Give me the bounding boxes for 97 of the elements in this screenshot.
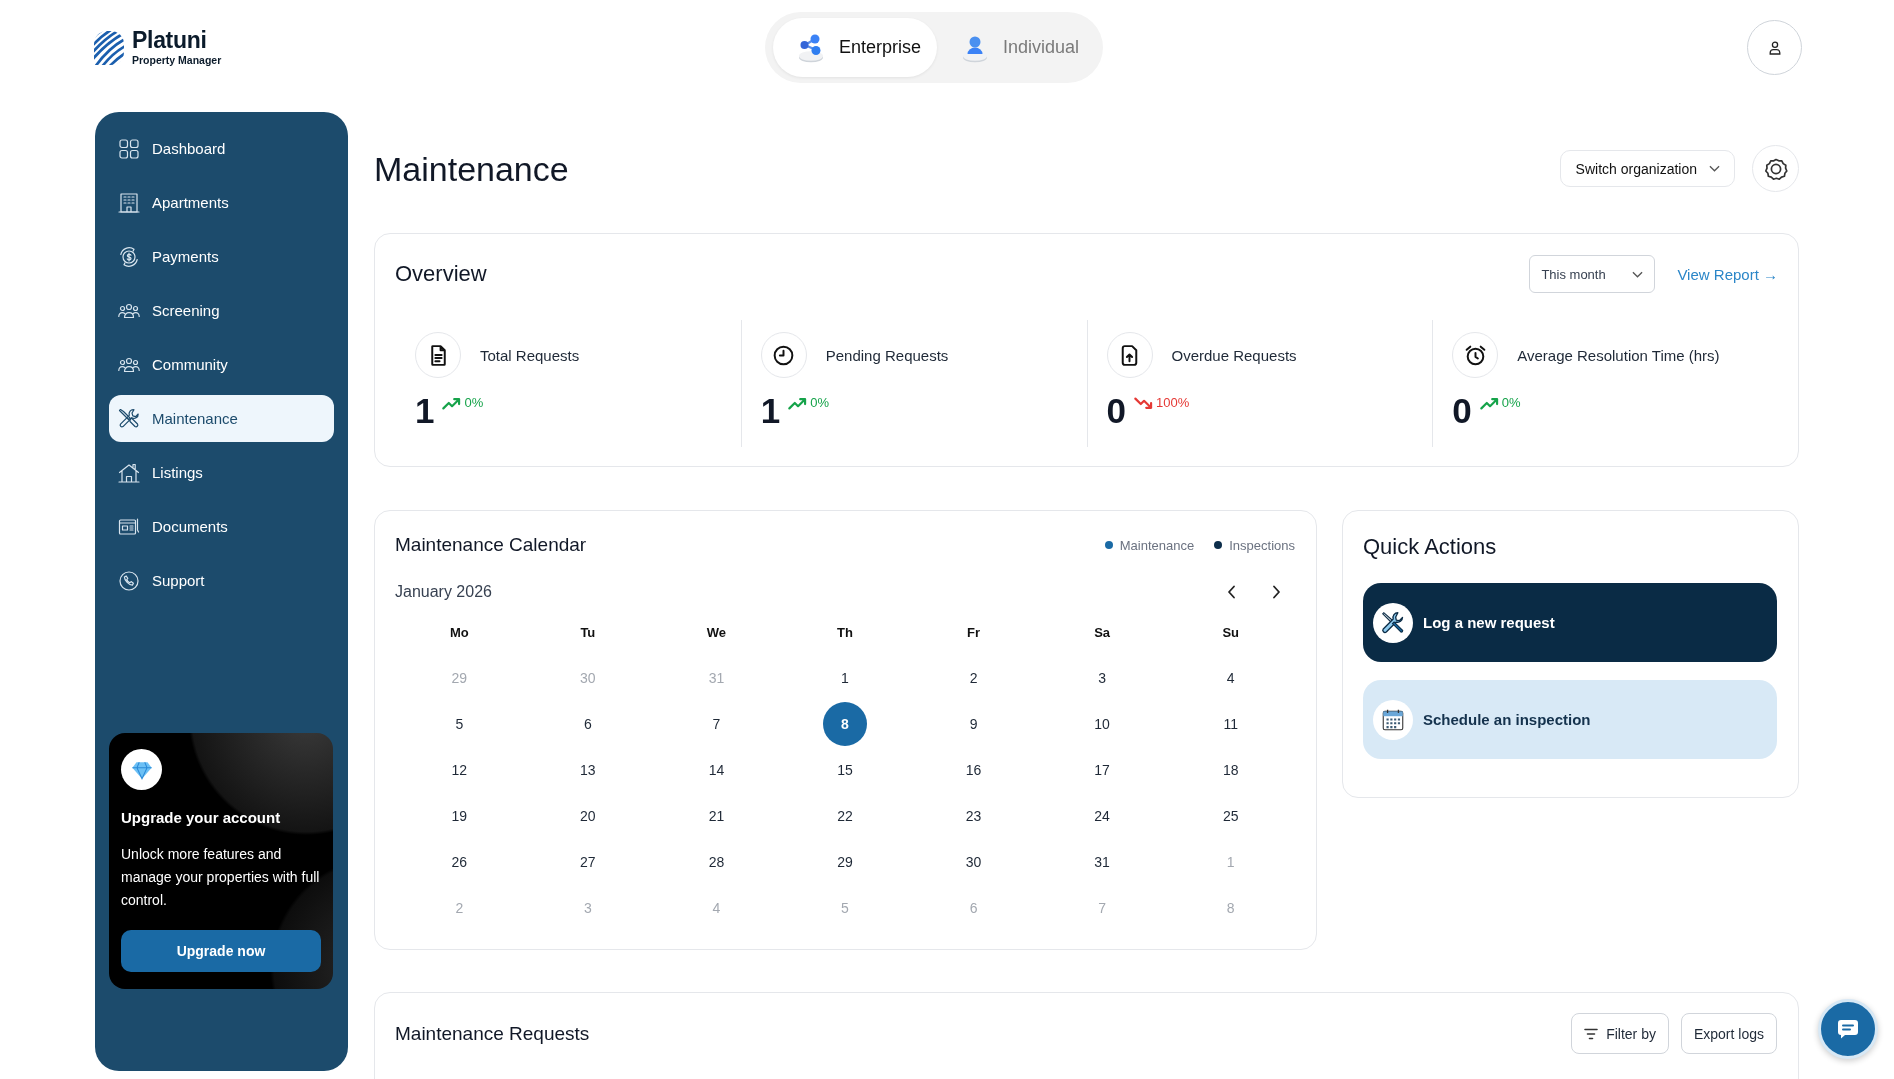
- stat-value: 0: [1106, 391, 1126, 431]
- filter-icon: [1584, 1027, 1599, 1040]
- logo-icon: [94, 30, 124, 65]
- stat-change: 100%: [1155, 395, 1190, 411]
- calendar-day[interactable]: 23: [951, 794, 996, 838]
- brand-name: Platuni: [132, 29, 208, 53]
- legend-label: Inspections: [1229, 537, 1295, 553]
- weekday-label: We: [706, 624, 727, 640]
- chat-button[interactable]: [1818, 999, 1878, 1059]
- sidebar-item[interactable]: Support: [109, 557, 334, 604]
- calendar-day[interactable]: 14: [694, 748, 739, 792]
- stat-change: 0%: [1501, 395, 1521, 411]
- calendar-day[interactable]: 19: [437, 794, 482, 838]
- calendar-day[interactable]: 5: [437, 702, 482, 746]
- switch-organization-dropdown[interactable]: Switch organization: [1559, 150, 1735, 187]
- calendar-title: Maintenance Calendar: [395, 534, 588, 556]
- weekday-label: Th: [837, 624, 853, 640]
- calendar-day[interactable]: 31: [1080, 840, 1125, 884]
- quick-action-button[interactable]: Schedule an inspection: [1363, 680, 1777, 759]
- overview-title: Overview: [395, 261, 488, 287]
- page-title: Maintenance: [374, 148, 570, 189]
- sidebar-item[interactable]: Screening: [109, 287, 334, 334]
- mode-tab[interactable]: Enterprise: [772, 18, 937, 77]
- calendar-day[interactable]: 27: [565, 840, 610, 884]
- view-report-link[interactable]: View Report →: [1677, 265, 1778, 283]
- tools-icon: [1373, 602, 1413, 643]
- requests-title: Maintenance Requests: [395, 1022, 591, 1045]
- weekday-label: Su: [1222, 624, 1239, 640]
- calendar-day[interactable]: 1: [823, 656, 867, 700]
- sidebar-item[interactable]: Listings: [109, 449, 334, 496]
- calendar-day[interactable]: 25: [1208, 794, 1253, 838]
- calendar-day[interactable]: 7: [694, 702, 739, 746]
- calendar-day[interactable]: 29: [823, 840, 867, 884]
- calendar-day[interactable]: 3: [1080, 656, 1125, 700]
- calendar-day[interactable]: 2: [951, 656, 996, 700]
- weekday-label: Mo: [449, 624, 469, 640]
- sidebar-item[interactable]: Apartments: [109, 179, 334, 226]
- calendar-day[interactable]: 20: [565, 794, 610, 838]
- stat-change: 0%: [810, 395, 829, 411]
- calendar-day[interactable]: 6: [565, 702, 610, 746]
- calendar-day[interactable]: 9: [951, 702, 996, 746]
- stat-label: Overdue Requests: [1171, 346, 1297, 364]
- calendar-day[interactable]: 8: [823, 702, 867, 746]
- calendar-day[interactable]: 13: [565, 748, 610, 792]
- period-dropdown[interactable]: This month: [1529, 255, 1656, 293]
- export-button[interactable]: Export logs: [1680, 1013, 1777, 1054]
- calendar-day[interactable]: 21: [694, 794, 739, 838]
- calendar-day[interactable]: 11: [1208, 702, 1253, 746]
- filter-button[interactable]: Filter by: [1571, 1013, 1669, 1054]
- legend-label: Maintenance: [1119, 537, 1195, 553]
- stat-label: Pending Requests: [825, 346, 949, 364]
- chevron-down-icon: [1632, 270, 1644, 278]
- calendar-day[interactable]: 15: [823, 748, 867, 792]
- stat-label: Total Requests: [480, 346, 580, 364]
- chat-icon: [1836, 1017, 1860, 1041]
- quick-action-button[interactable]: Log a new request: [1363, 583, 1777, 662]
- sidebar-item[interactable]: Documents: [109, 503, 334, 550]
- weekday-label: Sa: [1094, 624, 1111, 640]
- brand-tagline: Property Manager: [132, 55, 222, 66]
- sidebar-item[interactable]: Community: [109, 341, 334, 388]
- building-icon: [117, 190, 141, 215]
- grid-icon: [117, 136, 141, 161]
- quick-actions-title: Quick Actions: [1363, 533, 1498, 561]
- sidebar-item[interactable]: Dashboard: [109, 125, 334, 172]
- stat-label: Average Resolution Time (hrs): [1517, 346, 1720, 364]
- upgrade-text: Unlock more features and manage your properties with full control.: [121, 845, 321, 910]
- calendar-day[interactable]: 12: [437, 748, 482, 792]
- calendar-icon: [1373, 699, 1413, 740]
- settings-icon: [1763, 156, 1788, 181]
- upgrade-title: Upgrade your account: [121, 809, 282, 827]
- stat-value: 1: [415, 391, 435, 431]
- network-icon: [796, 32, 825, 63]
- calendar-day[interactable]: 28: [694, 840, 739, 884]
- calendar-day[interactable]: 22: [823, 794, 867, 838]
- settings-button[interactable]: [1752, 145, 1799, 192]
- calendar-day[interactable]: 16: [951, 748, 996, 792]
- stat-value: 1: [760, 391, 781, 431]
- mode-tab[interactable]: Individual: [937, 18, 1096, 77]
- calendar-day[interactable]: 4: [1208, 656, 1253, 700]
- sidebar-item[interactable]: Payments: [109, 233, 334, 280]
- chevron-down-icon: [1709, 165, 1720, 172]
- stat-change: 0%: [464, 395, 484, 411]
- coin-icon: [117, 244, 141, 269]
- weekday-label: Tu: [580, 624, 596, 640]
- phone-icon: [117, 568, 141, 593]
- calendar-day[interactable]: 30: [951, 840, 996, 884]
- calendar-day[interactable]: 18: [1208, 748, 1253, 792]
- upgrade-button[interactable]: Upgrade now: [121, 930, 321, 972]
- stat-value: 0: [1452, 391, 1472, 431]
- calendar-day[interactable]: 26: [437, 840, 482, 884]
- tools-icon: [117, 406, 141, 431]
- calendar-day[interactable]: 10: [1080, 702, 1125, 746]
- sidebar-item[interactable]: Maintenance: [109, 395, 334, 442]
- calendar-day[interactable]: 24: [1080, 794, 1125, 838]
- weekday-label: Fr: [967, 624, 981, 640]
- calendar-day[interactable]: 17: [1080, 748, 1125, 792]
- month-label: January 2026: [395, 583, 493, 601]
